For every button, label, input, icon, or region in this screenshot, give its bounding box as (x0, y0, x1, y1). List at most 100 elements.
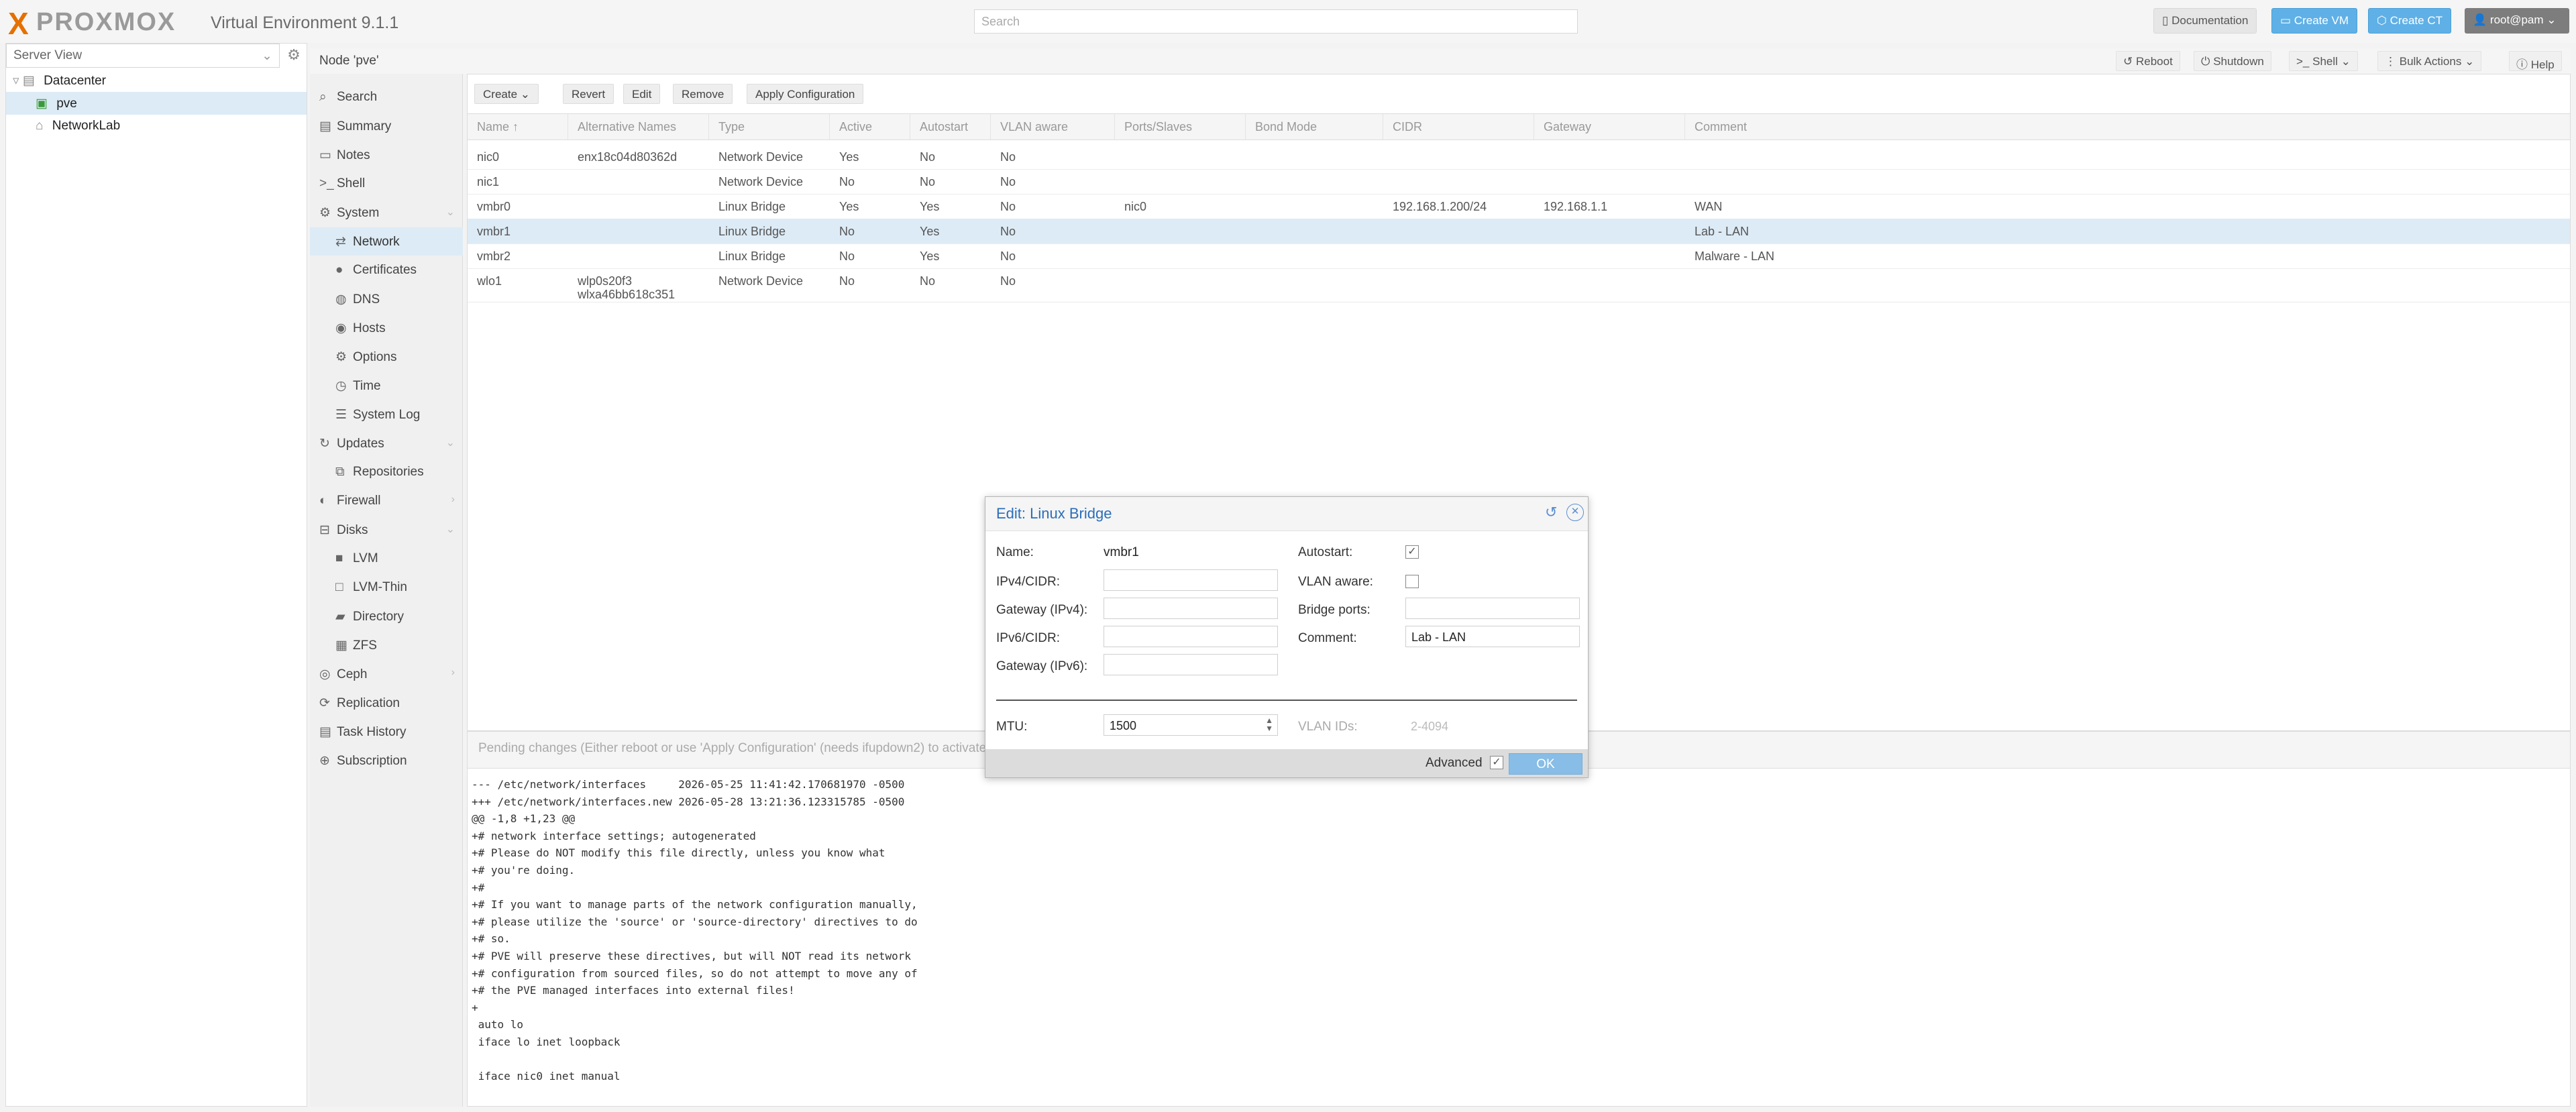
nav-label: Certificates (353, 263, 417, 277)
comment-input[interactable]: Lab - LAN (1405, 626, 1580, 647)
column-header-alternative-names[interactable]: Alternative Names (568, 114, 709, 140)
nav-item-task-history[interactable]: ▤ Task History (310, 718, 463, 746)
dialog-header: Edit: Linux Bridge ↺ ✕ (985, 497, 1588, 531)
column-header-bond-mode[interactable]: Bond Mode (1246, 114, 1383, 140)
create-label: Create (483, 88, 518, 101)
cell-active: Yes (839, 150, 859, 164)
column-header-vlan-aware[interactable]: VLAN aware (991, 114, 1115, 140)
server-view-label: Server View (13, 48, 83, 62)
refresh-icon: ↻ (319, 437, 330, 451)
nav-item-notes[interactable]: ▭ Notes (310, 141, 463, 169)
bulk-actions-button[interactable]: ⋮ Bulk Actions ⌄ (2377, 51, 2482, 71)
mtu-input[interactable]: 1500 ▲ ▼ (1104, 714, 1278, 736)
tree-item-networklab[interactable]: ⌂ NetworkLab (6, 115, 307, 137)
chevron-down-icon: ⌄ (2546, 13, 2557, 26)
nav-item-zfs[interactable]: ▦ ZFS (310, 631, 463, 659)
column-header-autostart[interactable]: Autostart (910, 114, 991, 140)
advanced-checkbox[interactable]: ✓ (1490, 756, 1503, 769)
help-icon: ⓘ (2516, 58, 2528, 71)
edit-button[interactable]: Edit (623, 84, 661, 104)
cell-alt-names: enx18c04d80362d (578, 150, 678, 164)
documentation-button[interactable]: ▯ Documentation (2153, 8, 2257, 34)
gateway-ipv6-input[interactable] (1104, 654, 1278, 675)
nav-item-shell[interactable]: >_ Shell (310, 170, 463, 198)
reboot-icon: ↺ (2123, 55, 2133, 68)
column-header-comment[interactable]: Comment (1685, 114, 2570, 140)
table-row[interactable]: nic1 Network Device No No No (468, 169, 2570, 194)
nav-item-repositories[interactable]: ⧉ Repositories (310, 458, 463, 486)
nav-label: LVM (353, 551, 378, 565)
cell-type: Linux Bridge (718, 225, 786, 238)
nav-item-system-log[interactable]: ☰ System Log (310, 400, 463, 429)
gear-icon[interactable]: ⚙ (284, 46, 304, 66)
shutdown-button[interactable]: ⏻ Shutdown (2194, 51, 2271, 71)
proxmox-logo[interactable]: PROXMOX (36, 8, 176, 37)
column-header-ports-slaves[interactable]: Ports/Slaves (1115, 114, 1246, 140)
proxmox-logo-x[interactable]: X (8, 5, 29, 42)
nav-item-certificates[interactable]: ● Certificates (310, 256, 463, 284)
spinner-icon[interactable]: ▲ ▼ (1265, 716, 1273, 732)
create-button[interactable]: Create ⌄ (474, 84, 539, 104)
tree-item-pve[interactable]: ▣ pve (6, 92, 307, 115)
nav-label: Time (353, 379, 381, 393)
nav-item-hosts[interactable]: ◉ Hosts (310, 314, 463, 342)
table-row[interactable]: wlo1 wlp0s20f3 wlxa46bb618c351 Network D… (468, 268, 2570, 302)
nav-item-replication[interactable]: ⟳ Replication (310, 689, 463, 717)
vlan-aware-checkbox[interactable] (1405, 575, 1419, 588)
nav-item-dns[interactable]: ◍ DNS (310, 285, 463, 313)
apply-configuration-button[interactable]: Apply Configuration (747, 84, 864, 104)
reboot-button[interactable]: ↺ Reboot (2116, 51, 2180, 71)
nav-item-network[interactable]: ⇄ Network (310, 227, 463, 256)
nav-item-time[interactable]: ◷ Time (310, 372, 463, 400)
close-icon[interactable]: ✕ (1566, 504, 1584, 521)
reset-icon[interactable]: ↺ (1545, 504, 1557, 521)
column-header-cidr[interactable]: CIDR (1383, 114, 1534, 140)
table-row-selected[interactable]: vmbr1 Linux Bridge No Yes No Lab - LAN (468, 219, 2570, 244)
server-view-select[interactable]: Server View ⌄ (6, 44, 280, 68)
ipv4-cidr-input[interactable] (1104, 569, 1278, 591)
cell-name: vmbr0 (477, 200, 511, 213)
global-search-input[interactable]: Search (974, 9, 1578, 34)
vlan-ids-input[interactable]: 2-4094 (1411, 720, 1448, 734)
column-header-type[interactable]: Type (709, 114, 830, 140)
help-button[interactable]: ⓘ Help (2509, 51, 2562, 71)
ipv6-cidr-input[interactable] (1104, 626, 1278, 647)
nav-item-search[interactable]: ⌕ Search (310, 83, 463, 111)
gateway-ipv4-input[interactable] (1104, 598, 1278, 619)
column-header-name[interactable]: Name ↑ (468, 114, 568, 140)
create-vm-button[interactable]: ▭ Create VM (2271, 8, 2358, 34)
user-menu-button[interactable]: 👤 root@pam ⌄ (2465, 8, 2569, 34)
apply-label: Apply Configuration (755, 88, 855, 101)
chevron-right-icon: › (451, 494, 455, 505)
table-row[interactable]: vmbr2 Linux Bridge No Yes No Malware - L… (468, 243, 2570, 269)
notes-icon: ▭ (319, 148, 331, 162)
nav-item-options[interactable]: ⚙ Options (310, 343, 463, 371)
create-ct-button[interactable]: ⬡ Create CT (2368, 8, 2451, 34)
nav-label: Disks (337, 523, 368, 537)
remove-button[interactable]: Remove (673, 84, 733, 104)
nav-item-subscription[interactable]: ⊕ Subscription (310, 746, 463, 775)
cell-name: nic1 (477, 175, 500, 188)
nav-item-disks[interactable]: ⊟ Disks ⌄ (310, 516, 463, 544)
table-row[interactable]: vmbr0 Linux Bridge Yes Yes No nic0 192.1… (468, 194, 2570, 219)
ok-button[interactable]: OK (1509, 753, 1582, 775)
nav-item-system[interactable]: ⚙ System ⌄ (310, 199, 463, 227)
table-row[interactable]: nic0 enx18c04d80362d Network Device Yes … (468, 144, 2570, 170)
tree-item-datacenter[interactable]: ▿ ▤ Datacenter (6, 69, 307, 92)
nav-item-firewall[interactable]: ◐ Firewall › (310, 487, 463, 515)
nav-item-directory[interactable]: ▰ Directory (310, 602, 463, 630)
column-header-gateway[interactable]: Gateway (1534, 114, 1685, 140)
nav-label: Options (353, 350, 397, 364)
folder-icon: ▰ (335, 610, 345, 624)
nav-item-lvm[interactable]: ■ LVM (310, 545, 463, 573)
nav-item-lvm-thin[interactable]: □ LVM-Thin (310, 573, 463, 602)
nav-item-ceph[interactable]: ◎ Ceph › (310, 660, 463, 688)
shell-button[interactable]: >_ Shell ⌄ (2289, 51, 2358, 71)
autostart-checkbox[interactable]: ✓ (1405, 545, 1419, 559)
chevron-down-icon: ⌄ (445, 524, 455, 535)
column-header-active[interactable]: Active (830, 114, 910, 140)
bridge-ports-input[interactable] (1405, 598, 1580, 619)
revert-button[interactable]: Revert (563, 84, 614, 104)
nav-item-updates[interactable]: ↻ Updates ⌄ (310, 429, 463, 457)
nav-item-summary[interactable]: ▤ Summary (310, 112, 463, 140)
